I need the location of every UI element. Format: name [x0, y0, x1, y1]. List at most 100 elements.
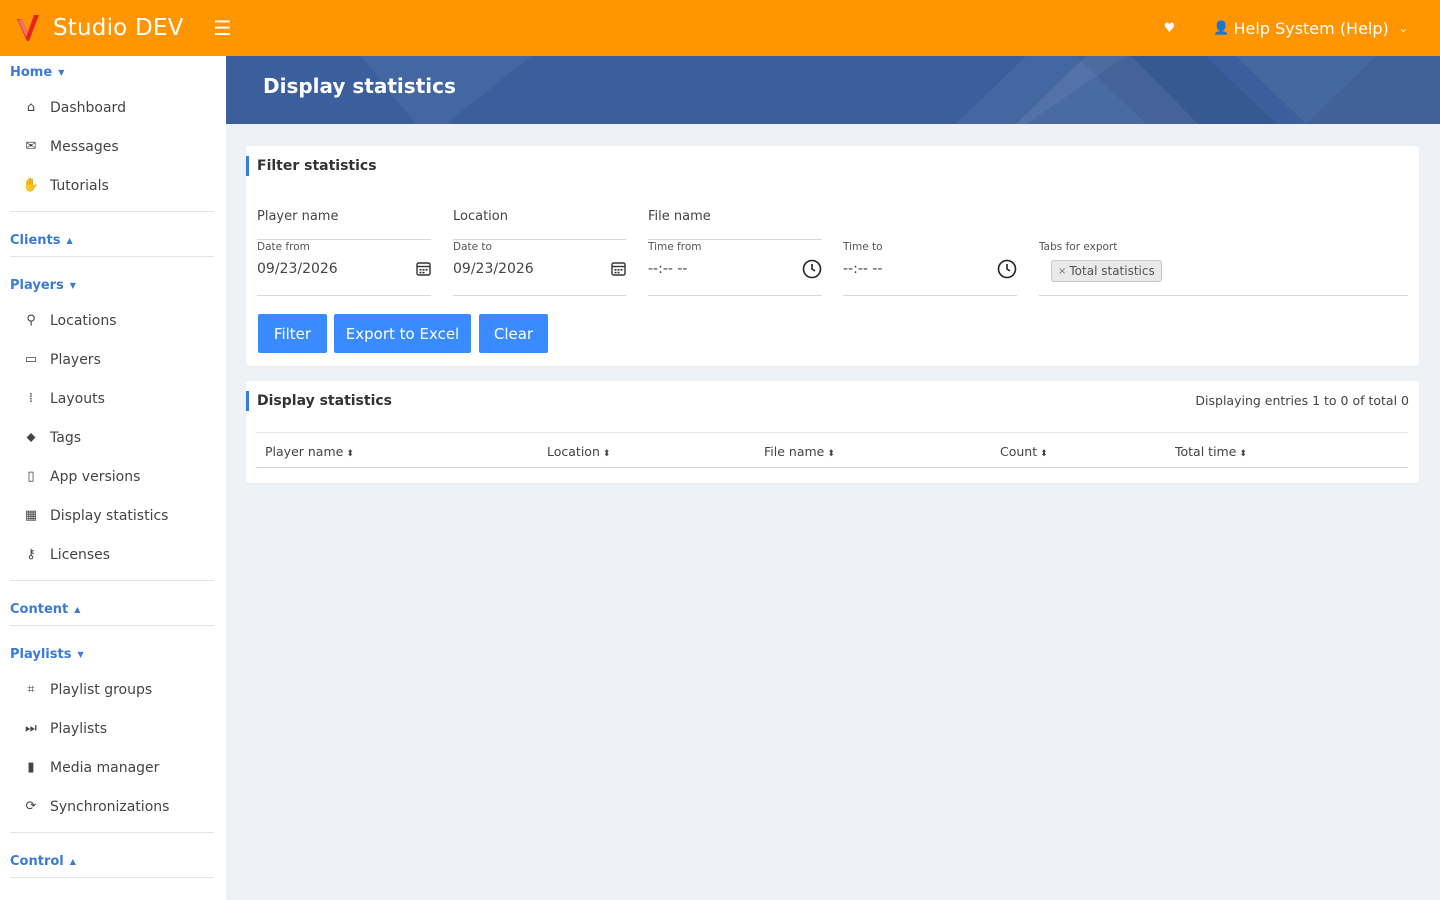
- statistics-title: Display statistics: [257, 393, 393, 409]
- sidebar-section-label: Players: [10, 277, 64, 293]
- clear-button[interactable]: Clear: [479, 314, 548, 353]
- calendar-icon[interactable]: [416, 261, 431, 280]
- time-from-label: Time from: [648, 241, 702, 253]
- sidebar-item-display-statistics[interactable]: ▦ Display statistics: [0, 496, 226, 535]
- time-to-value: --:-- --: [843, 261, 883, 277]
- display-statistics-icon: ▦: [24, 508, 38, 523]
- sort-icon[interactable]: ⬍: [603, 449, 611, 459]
- sidebar-section-content[interactable]: Content ▲: [0, 593, 226, 625]
- sidebar-section-label: Playlists: [10, 646, 72, 662]
- close-icon[interactable]: ×: [1058, 266, 1066, 277]
- sort-icon[interactable]: ⬍: [346, 449, 354, 459]
- sidebar-item-licenses[interactable]: ⚷ Licenses: [0, 535, 226, 574]
- sort-icon[interactable]: ⬍: [827, 449, 835, 459]
- messages-icon: ✉: [25, 139, 37, 154]
- sidebar-divider: [10, 877, 214, 878]
- column-header-count[interactable]: Count ⬍: [1000, 444, 1048, 459]
- sidebar-item-synchronizations[interactable]: ⟳ Synchronizations: [0, 787, 226, 826]
- sidebar-item-label: Messages: [50, 138, 119, 155]
- playlists-icon: ⏭: [25, 721, 37, 736]
- location-field[interactable]: Location: [453, 209, 626, 240]
- sidebar-item-playlist-groups[interactable]: ⌗ Playlist groups: [0, 670, 226, 709]
- statistics-table-header: Player name ⬍ Location ⬍ File name ⬍ Count ⬍ Tot…: [256, 432, 1408, 468]
- time-from-field[interactable]: Time from --:-- --: [648, 241, 822, 296]
- sidebar-section-label: Home: [10, 64, 53, 80]
- playlist-groups-icon: ⌗: [27, 682, 35, 697]
- sidebar-section-home[interactable]: Home ▼: [0, 56, 226, 88]
- accent-bar: [246, 391, 249, 411]
- sidebar-item-locations[interactable]: ⚲ Locations: [0, 301, 226, 340]
- user-label: Help System (Help): [1233, 18, 1389, 38]
- sort-icon[interactable]: ⬍: [1040, 449, 1048, 459]
- sidebar-item-label: Locations: [50, 312, 117, 329]
- calendar-icon[interactable]: [611, 261, 626, 280]
- column-header-total-time[interactable]: Total time ⬍: [1175, 444, 1247, 459]
- sidebar-section-control[interactable]: Control ▲: [0, 845, 226, 877]
- date-from-field[interactable]: Date from 09/23/2026: [257, 241, 431, 296]
- player-name-field[interactable]: Player name: [257, 209, 431, 240]
- file-name-field[interactable]: File name: [648, 209, 822, 240]
- caret-down-icon: ▼: [69, 280, 76, 290]
- page-title: Display statistics: [263, 74, 456, 98]
- sidebar-item-media-manager[interactable]: ▮ Media manager: [0, 748, 226, 787]
- sidebar-item-messages[interactable]: ✉ Messages: [0, 127, 226, 166]
- sidebar-section-label: Clients: [10, 232, 61, 248]
- column-header-file-name[interactable]: File name ⬍: [764, 444, 835, 459]
- heart-icon[interactable]: ♥: [1164, 21, 1176, 36]
- column-header-player-name[interactable]: Player name ⬍: [265, 444, 354, 459]
- sidebar-divider: [10, 832, 214, 833]
- page-banner: Display statistics: [226, 56, 1440, 124]
- sidebar-divider: [10, 625, 214, 626]
- export-to-excel-button[interactable]: Export to Excel: [334, 314, 471, 353]
- clock-icon[interactable]: [802, 259, 822, 283]
- date-from-label: Date from: [257, 241, 310, 253]
- sidebar-item-layouts[interactable]: ⁞ Layouts: [0, 379, 226, 418]
- sidebar-item-label: Display statistics: [50, 507, 169, 524]
- tutorials-icon: ✋: [22, 178, 40, 193]
- sidebar-item-playlists[interactable]: ⏭ Playlists: [0, 709, 226, 748]
- entries-summary: Displaying entries 1 to 0 of total 0: [1195, 393, 1409, 408]
- locations-icon: ⚲: [26, 313, 36, 328]
- time-to-label: Time to: [843, 241, 883, 253]
- date-from-value: 09/23/2026: [257, 261, 338, 277]
- sidebar-item-label: Tutorials: [50, 177, 109, 194]
- top-bar: Studio DEV ☰ ♥ 👤 Help System (Help) ⌄: [0, 0, 1440, 56]
- sidebar-section-clients[interactable]: Clients ▲: [0, 224, 226, 256]
- v-logo-icon: [14, 12, 42, 44]
- sidebar-item-label: Layouts: [50, 390, 105, 407]
- sidebar-item-players[interactable]: ▭ Players: [0, 340, 226, 379]
- hamburger-icon[interactable]: ☰: [214, 16, 232, 40]
- caret-down-icon: ▼: [77, 649, 84, 659]
- sidebar-divider: [10, 580, 214, 581]
- sidebar-divider: [10, 256, 214, 257]
- tabs-for-export-label: Tabs for export: [1039, 241, 1118, 253]
- time-to-field[interactable]: Time to --:-- --: [843, 241, 1017, 296]
- main-content: Display statistics Filter statistics Pla…: [226, 56, 1440, 900]
- sidebar-item-label: Media manager: [50, 759, 160, 776]
- column-header-location[interactable]: Location ⬍: [547, 444, 610, 459]
- sidebar-divider: [10, 211, 214, 212]
- user-menu[interactable]: 👤 Help System (Help) ⌄: [1213, 19, 1408, 38]
- brand[interactable]: Studio DEV: [0, 0, 184, 56]
- caret-up-icon: ▲: [66, 235, 73, 245]
- clock-icon[interactable]: [997, 259, 1017, 283]
- app-title: Studio DEV: [53, 15, 184, 41]
- date-to-field[interactable]: Date to 09/23/2026: [453, 241, 626, 296]
- sidebar-section-players[interactable]: Players ▼: [0, 269, 226, 301]
- sidebar-section-about[interactable]: About▲: [0, 890, 226, 900]
- tabs-for-export-field[interactable]: Tabs for export × Total statistics: [1039, 241, 1408, 296]
- sort-icon[interactable]: ⬍: [1239, 449, 1247, 459]
- filter-card: Filter statistics Player name Location F…: [246, 146, 1419, 366]
- sidebar-section-playlists[interactable]: Playlists ▼: [0, 638, 226, 670]
- column-header-label: File name: [764, 444, 825, 459]
- sidebar-item-dashboard[interactable]: ⌂ Dashboard: [0, 88, 226, 127]
- export-tab-chip[interactable]: × Total statistics: [1051, 260, 1162, 282]
- filter-button[interactable]: Filter: [258, 314, 327, 353]
- sidebar-item-tags[interactable]: ⬥ Tags: [0, 418, 226, 457]
- column-header-label: Total time: [1175, 444, 1237, 459]
- column-header-label: Count: [1000, 444, 1038, 459]
- sidebar-item-tutorials[interactable]: ✋ Tutorials: [0, 166, 226, 205]
- sidebar-item-label: Licenses: [50, 546, 111, 563]
- sidebar-item-app-versions[interactable]: ▯ App versions: [0, 457, 226, 496]
- players-icon: ▭: [24, 352, 38, 367]
